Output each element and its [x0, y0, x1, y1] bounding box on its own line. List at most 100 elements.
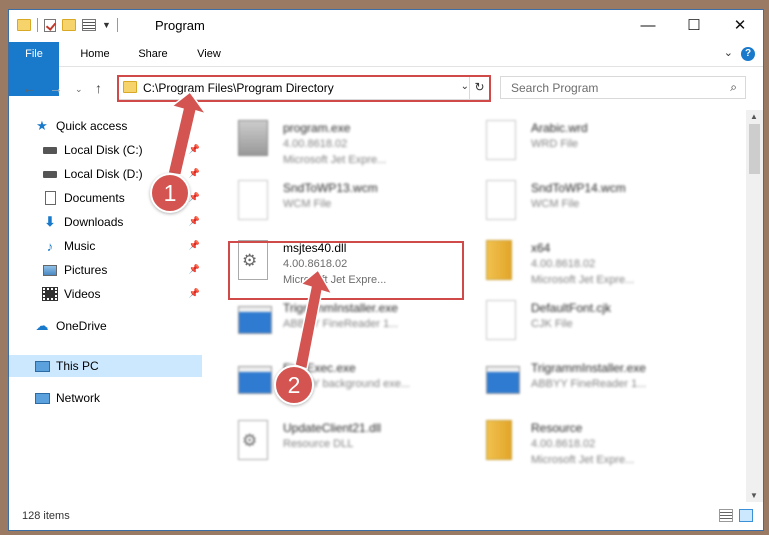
disk-icon [42, 142, 58, 158]
file-name: x64 [531, 241, 551, 255]
recent-locations-chevron-icon[interactable]: ⌄ [75, 84, 83, 95]
tab-share[interactable]: Share [131, 42, 175, 66]
exe-icon [238, 360, 272, 402]
star-icon: ★ [36, 118, 48, 133]
large-icons-view-icon[interactable] [739, 509, 753, 522]
sidebar-item-onedrive[interactable]: ☁ OneDrive [9, 315, 202, 337]
address-bar[interactable]: C:\Program Files\Program Directory ⌄ ↻ [118, 75, 490, 100]
customize-toolbar-dropdown[interactable]: ▼ [102, 20, 111, 30]
pin-icon[interactable]: 📌 [189, 144, 200, 155]
file-version: 4.00.8618.02 [283, 138, 348, 150]
sidebar-item-local-disk-c[interactable]: Local Disk (C:) 📌 [9, 139, 202, 161]
file-name: TrigrammInstaller.exe [283, 301, 398, 315]
dll-icon [238, 420, 272, 462]
page-icon [486, 180, 520, 222]
tab-view[interactable]: View [187, 42, 231, 66]
sidebar-item-network[interactable]: Network [9, 387, 202, 409]
properties-icon[interactable] [82, 19, 96, 31]
music-icon: ♪ [46, 238, 54, 254]
network-icon [34, 390, 50, 406]
back-arrow-icon[interactable]: ← [22, 80, 36, 96]
file-item[interactable]: x64 4.00.8618.02 Microsoft Jet Expre... [483, 235, 723, 289]
step-badge-2: 2 [274, 365, 314, 405]
scroll-down-icon[interactable]: ▼ [750, 491, 758, 500]
expand-ribbon-chevron-icon[interactable]: ⌄ [724, 46, 733, 59]
new-folder-icon[interactable] [62, 19, 76, 31]
tab-home[interactable]: Home [73, 42, 117, 66]
pictures-icon [42, 262, 58, 278]
sidebar-item-videos[interactable]: Videos 📌 [9, 283, 202, 305]
sidebar-item-quick-access[interactable]: ★ Quick access [9, 115, 202, 137]
sidebar-item-downloads[interactable]: ⬇ Downloads 📌 [9, 211, 202, 233]
close-button[interactable]: ✕ [717, 10, 763, 40]
exe-icon [486, 360, 520, 402]
file-item[interactable]: program.exe 4.00.8618.02 Microsoft Jet E… [235, 115, 475, 169]
address-path[interactable]: C:\Program Files\Program Directory [143, 81, 334, 95]
title-bar: ▼ Program — ☐ ✕ [9, 10, 763, 42]
page-icon [238, 180, 272, 222]
sidebar-item-pictures[interactable]: Pictures 📌 [9, 259, 202, 281]
address-folder-icon [123, 81, 137, 93]
setup-icon [238, 120, 272, 162]
file-item[interactable]: Resource 4.00.8618.02 Microsoft Jet Expr… [483, 415, 723, 469]
file-list: program.exe 4.00.8618.02 Microsoft Jet E… [207, 110, 741, 500]
sidebar-item-label: This PC [56, 359, 99, 373]
minimize-button[interactable]: — [625, 10, 671, 40]
sidebar-item-label: Local Disk (C:) [64, 143, 143, 157]
file-name: DefaultFont.cjk [531, 301, 612, 315]
file-item[interactable]: SndToWP14.wcm WCM File [483, 175, 723, 229]
sidebar-item-label: OneDrive [56, 319, 107, 333]
file-version: 4.00.8618.02 [531, 438, 596, 450]
sidebar-item-label: Videos [64, 287, 101, 301]
file-item[interactable]: FineExec.exe ABBYY background exe... [235, 355, 475, 409]
file-name: Arabic.wrd [531, 121, 588, 135]
file-name: SndToWP14.wcm [531, 181, 626, 195]
download-icon: ⬇ [44, 214, 56, 229]
file-name: program.exe [283, 121, 351, 135]
forward-arrow-icon[interactable]: → [49, 80, 63, 96]
pin-icon[interactable]: 📌 [189, 264, 200, 275]
file-type: Resource DLL [283, 438, 354, 450]
sidebar-item-label: Documents [64, 191, 125, 205]
up-arrow-icon[interactable]: ↑ [95, 80, 102, 96]
refresh-icon[interactable]: ↻ [469, 76, 489, 99]
file-item[interactable]: Arabic.wrd WRD File [483, 115, 723, 169]
file-item[interactable]: TrigrammInstaller.exe ABBYY FineReader 1… [483, 355, 723, 409]
folder-icon [486, 240, 520, 282]
file-description: Microsoft Jet Expre... [531, 454, 635, 466]
file-description: ABBYY FineReader 1... [283, 318, 399, 330]
search-input[interactable] [509, 80, 713, 96]
sidebar-item-music[interactable]: ♪ Music 📌 [9, 235, 202, 257]
explorer-window: ▼ Program — ☐ ✕ File Home Share View ⌄ ?… [8, 9, 764, 531]
sidebar-item-label: Quick access [56, 119, 128, 133]
search-icon[interactable]: ⌕ [730, 80, 737, 95]
maximize-button[interactable]: ☐ [671, 10, 717, 40]
file-highlight-box [228, 241, 464, 300]
folder-icon [17, 19, 31, 31]
address-dropdown-chevron-icon[interactable]: ⌄ [461, 81, 469, 92]
pin-icon[interactable]: 📌 [189, 192, 200, 203]
file-item[interactable]: TrigrammInstaller.exe ABBYY FineReader 1… [235, 295, 475, 349]
file-item[interactable]: UpdateClient21.dll Resource DLL [235, 415, 475, 469]
help-icon[interactable]: ? [741, 47, 755, 61]
details-view-icon[interactable] [719, 509, 733, 522]
file-item[interactable]: DefaultFont.cjk CJK File [483, 295, 723, 349]
sidebar-item-label: Local Disk (D:) [64, 167, 143, 181]
file-type: WCM File [531, 198, 580, 210]
properties-check-icon[interactable] [44, 18, 56, 32]
pin-icon[interactable]: 📌 [189, 240, 200, 251]
toolbar-divider [116, 18, 118, 32]
search-box[interactable]: ⌕ [500, 76, 746, 99]
computer-icon [34, 358, 50, 374]
pin-icon[interactable]: 📌 [189, 288, 200, 299]
sidebar-item-this-pc[interactable]: This PC [9, 355, 202, 377]
scrollbar-thumb[interactable] [749, 124, 760, 174]
file-type: WCM File [283, 198, 332, 210]
scroll-up-icon[interactable]: ▲ [750, 112, 758, 121]
toolbar-divider [37, 18, 38, 32]
pin-icon[interactable]: 📌 [189, 216, 200, 227]
item-count: 128 items [22, 510, 70, 522]
file-item[interactable]: SndToWP13.wcm WCM File [235, 175, 475, 229]
vertical-scrollbar[interactable]: ▲ ▼ [746, 110, 763, 502]
pin-icon[interactable]: 📌 [189, 168, 200, 179]
